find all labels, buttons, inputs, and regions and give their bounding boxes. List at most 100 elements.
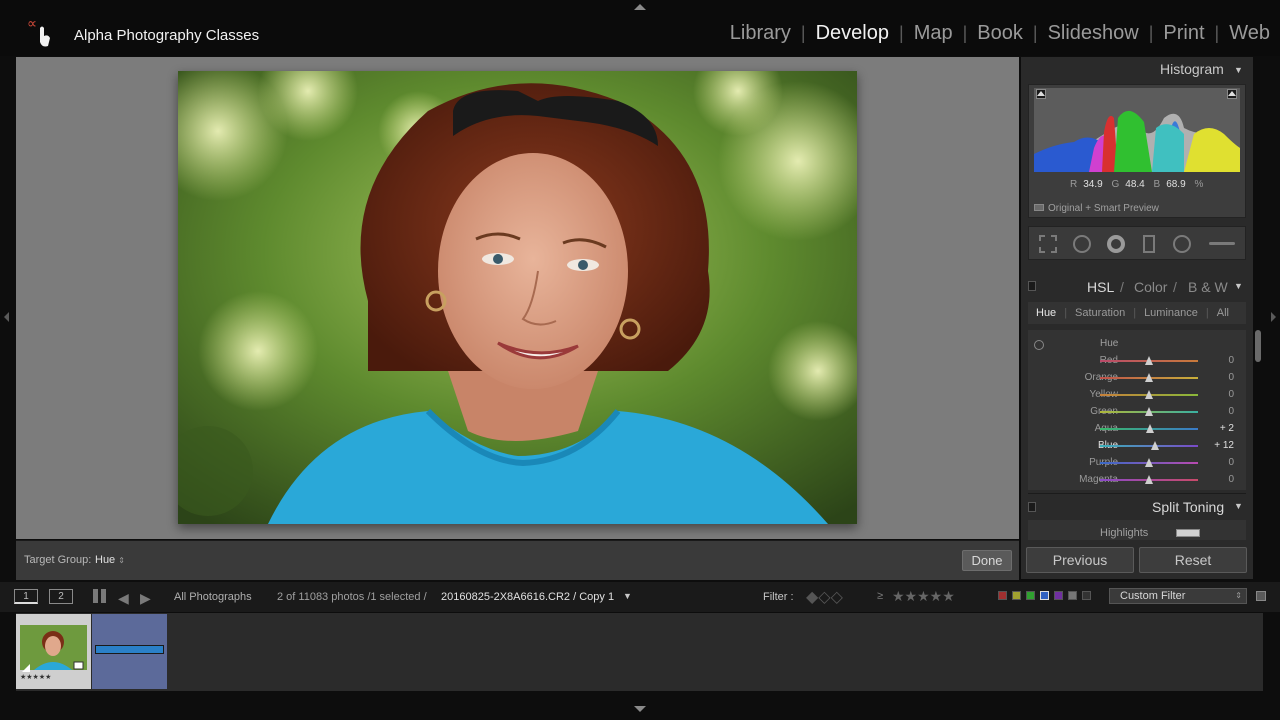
star-filter-icon[interactable]: ★★★★★ [892, 588, 955, 605]
reset-button[interactable]: Reset [1139, 547, 1247, 573]
subtab-all[interactable]: All [1209, 307, 1237, 319]
collapse-triangle-icon[interactable]: ▼ [1234, 501, 1243, 511]
target-group-value: Hue [95, 554, 116, 566]
color-tab[interactable]: Color [1134, 279, 1167, 295]
previous-button[interactable]: Previous [1026, 547, 1134, 573]
histogram-title[interactable]: Histogram [1160, 61, 1224, 77]
yellow-label-filter[interactable] [1012, 591, 1021, 600]
collapse-triangle-icon[interactable]: ▼ [1234, 65, 1243, 75]
histogram-graph[interactable] [1034, 88, 1240, 172]
slider-row-purple: Purple0 [1028, 456, 1246, 470]
percent-unit: % [1194, 179, 1204, 190]
filename-menu[interactable]: 20160825-2X8A6616.CR2 / Copy 1 [441, 591, 614, 603]
module-web[interactable]: Web [1219, 22, 1270, 45]
slider-thumb[interactable] [1145, 475, 1153, 484]
hsl-tab[interactable]: HSL [1087, 279, 1114, 295]
shadow-clipping-icon[interactable] [1036, 89, 1046, 99]
red-label-filter[interactable] [998, 591, 1007, 600]
slider-value[interactable]: 0 [1204, 355, 1234, 366]
slider-thumb[interactable] [1145, 407, 1153, 416]
slider-row-magenta: Magenta 0 [1028, 473, 1246, 487]
panel-divider [1028, 493, 1246, 494]
slider-value[interactable]: 0 [1204, 457, 1234, 468]
spot-removal-icon[interactable] [1073, 235, 1091, 253]
split-toning-title[interactable]: Split Toning [1152, 499, 1224, 515]
target-group-select[interactable]: Hue ⇕ [95, 554, 125, 566]
right-panel-toggle-icon[interactable] [1271, 312, 1276, 322]
chevron-updown-icon: ⇕ [118, 556, 125, 565]
film-thumbnail[interactable]: ★★★★★ [16, 614, 91, 689]
slider-value[interactable]: 0 [1204, 389, 1234, 400]
other-label-filter[interactable] [1068, 591, 1077, 600]
targeted-adjustment-icon[interactable] [1034, 340, 1044, 350]
radial-filter-icon[interactable] [1173, 235, 1191, 253]
top-panel-toggle-icon[interactable] [634, 4, 646, 10]
target-group-label: Target Group: [24, 554, 92, 566]
panel-switch-icon[interactable] [1028, 281, 1036, 291]
thumbnail-rating: ★★★★★ [20, 674, 52, 681]
module-library[interactable]: Library [720, 22, 801, 45]
slider-value[interactable]: 0 [1204, 372, 1234, 383]
slider-value[interactable]: + 2 [1204, 423, 1234, 434]
highlight-clipping-icon[interactable] [1227, 89, 1237, 99]
film-thumbnail-selected[interactable] [92, 614, 167, 689]
main-window-button[interactable]: 1 [14, 589, 38, 604]
slider-thumb[interactable] [1145, 373, 1153, 382]
slider-thumb[interactable] [1150, 441, 1159, 450]
rating-operator[interactable]: ≥ [877, 590, 883, 602]
slider-value[interactable]: + 12 [1204, 440, 1234, 451]
red-eye-icon[interactable] [1107, 235, 1125, 253]
identity-plate-logo[interactable]: ∝ [24, 12, 64, 52]
panel-switch-icon[interactable] [1028, 502, 1036, 512]
module-map[interactable]: Map [904, 22, 963, 45]
develop-toolbar [16, 540, 1019, 580]
highlights-color-swatch[interactable] [1176, 529, 1200, 537]
photo-preview[interactable] [178, 71, 857, 524]
source-label[interactable]: All Photographs [174, 591, 252, 603]
no-label-filter[interactable] [1082, 591, 1091, 600]
module-slideshow[interactable]: Slideshow [1038, 22, 1149, 45]
subtab-saturation[interactable]: Saturation [1067, 307, 1133, 319]
collapse-triangle-icon[interactable]: ▼ [1234, 281, 1243, 291]
slider-thumb[interactable] [1145, 424, 1154, 433]
flag-filter-icon[interactable]: ◆◇◇ [806, 587, 843, 607]
slider-track[interactable] [1100, 445, 1198, 447]
second-window-button[interactable]: 2 [49, 589, 73, 604]
back-arrow-icon[interactable]: ◀ [118, 590, 129, 607]
slider-thumb[interactable] [1145, 458, 1153, 467]
done-button[interactable]: Done [962, 550, 1012, 571]
bw-tab[interactable]: B & W [1188, 279, 1228, 295]
forward-arrow-icon[interactable]: ▶ [140, 590, 151, 607]
module-print[interactable]: Print [1153, 22, 1214, 45]
hue-sliders-panel: Hue Red0 Orange0 Yellow0 Green0 Aqua+ 2 Blue+… [1028, 330, 1246, 490]
left-panel-toggle-icon[interactable] [4, 312, 9, 322]
bottom-panel-toggle-icon[interactable] [634, 706, 646, 712]
filter-lock-icon[interactable] [1256, 591, 1266, 601]
graduated-filter-icon[interactable] [1143, 235, 1155, 253]
green-label-filter[interactable] [1026, 591, 1035, 600]
filmstrip [16, 613, 1263, 691]
preview-status[interactable]: Original + Smart Preview [1048, 203, 1159, 214]
slider-row-green: Green0 [1028, 405, 1246, 419]
slider-value[interactable]: 0 [1204, 474, 1234, 485]
panel-scrollbar[interactable] [1255, 330, 1261, 362]
slider-value[interactable]: 0 [1204, 406, 1234, 417]
slider-thumb[interactable] [1145, 356, 1153, 365]
crop-icon[interactable] [1039, 235, 1057, 253]
purple-label-filter[interactable] [1054, 591, 1063, 600]
subtab-hue[interactable]: Hue [1028, 307, 1064, 319]
custom-filter-select[interactable]: Custom Filter ⇕ [1109, 588, 1247, 604]
blue-label-filter[interactable] [1040, 591, 1049, 600]
filter-label: Filter : [763, 591, 794, 603]
chevron-down-icon[interactable]: ▼ [623, 591, 632, 601]
slider-thumb[interactable] [1145, 390, 1153, 399]
tool-strip [1028, 226, 1246, 260]
subtab-luminance[interactable]: Luminance [1136, 307, 1206, 319]
smart-preview-icon[interactable] [1034, 204, 1044, 211]
grid-view-icon[interactable] [93, 589, 107, 603]
highlights-label: Highlights [1100, 527, 1149, 539]
module-book[interactable]: Book [967, 22, 1033, 45]
module-develop[interactable]: Develop [806, 22, 899, 45]
adjustment-brush-icon[interactable] [1209, 242, 1235, 245]
slider-row-blue: Blue+ 12 [1028, 439, 1246, 453]
